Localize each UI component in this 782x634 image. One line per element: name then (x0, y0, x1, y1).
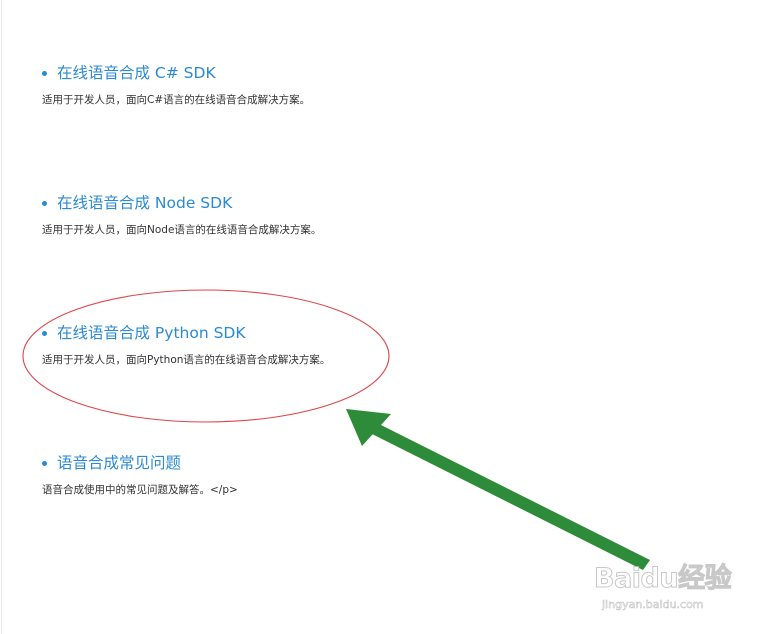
python-sdk-description: 适用于开发人员，面向Python语言的在线语音合成解决方案。 (42, 354, 331, 366)
list-item-node-sdk: 在线语音合成 Node SDK 适用于开发人员，面向Node语言的在线语音合成解… (42, 193, 321, 237)
csharp-sdk-description: 适用于开发人员，面向C#语言的在线语音合成解决方案。 (42, 94, 311, 106)
watermark-url: jingyan.baidu.com (602, 598, 704, 612)
arrow-shaft (368, 422, 650, 570)
page: 在线语音合成 C# SDK 适用于开发人员，面向C#语言的在线语音合成解决方案。… (0, 0, 782, 634)
faq-link[interactable]: 语音合成常见问题 (42, 453, 238, 473)
csharp-sdk-link[interactable]: 在线语音合成 C# SDK (42, 63, 310, 83)
baidu-watermark: Baidu经验 jingyan.baidu.com (590, 548, 750, 618)
csharp-sdk-title[interactable]: 在线语音合成 C# SDK (57, 63, 216, 83)
python-sdk-link[interactable]: 在线语音合成 Python SDK (42, 323, 330, 343)
pointer-arrow (346, 409, 650, 570)
python-sdk-title[interactable]: 在线语音合成 Python SDK (57, 323, 246, 343)
list-item-csharp-sdk: 在线语音合成 C# SDK 适用于开发人员，面向C#语言的在线语音合成解决方案。 (42, 63, 310, 107)
baidu-logo: Baidu经验 (593, 563, 732, 595)
node-sdk-description: 适用于开发人员，面向Node语言的在线语音合成解决方案。 (42, 224, 322, 236)
left-border (1, 0, 2, 634)
node-sdk-title[interactable]: 在线语音合成 Node SDK (57, 193, 232, 213)
list-item-python-sdk: 在线语音合成 Python SDK 适用于开发人员，面向Python语言的在线语… (42, 323, 330, 367)
bullet-icon (42, 70, 47, 76)
list-item-faq: 语音合成常见问题 语音合成使用中的常见问题及解答。</p> (42, 453, 238, 497)
arrow-head (346, 409, 391, 446)
node-sdk-link[interactable]: 在线语音合成 Node SDK (42, 193, 321, 213)
bullet-icon (42, 460, 47, 466)
bullet-icon (42, 200, 47, 206)
faq-description: 语音合成使用中的常见问题及解答。</p> (42, 484, 238, 496)
faq-title[interactable]: 语音合成常见问题 (57, 453, 181, 473)
bullet-icon (42, 330, 47, 336)
